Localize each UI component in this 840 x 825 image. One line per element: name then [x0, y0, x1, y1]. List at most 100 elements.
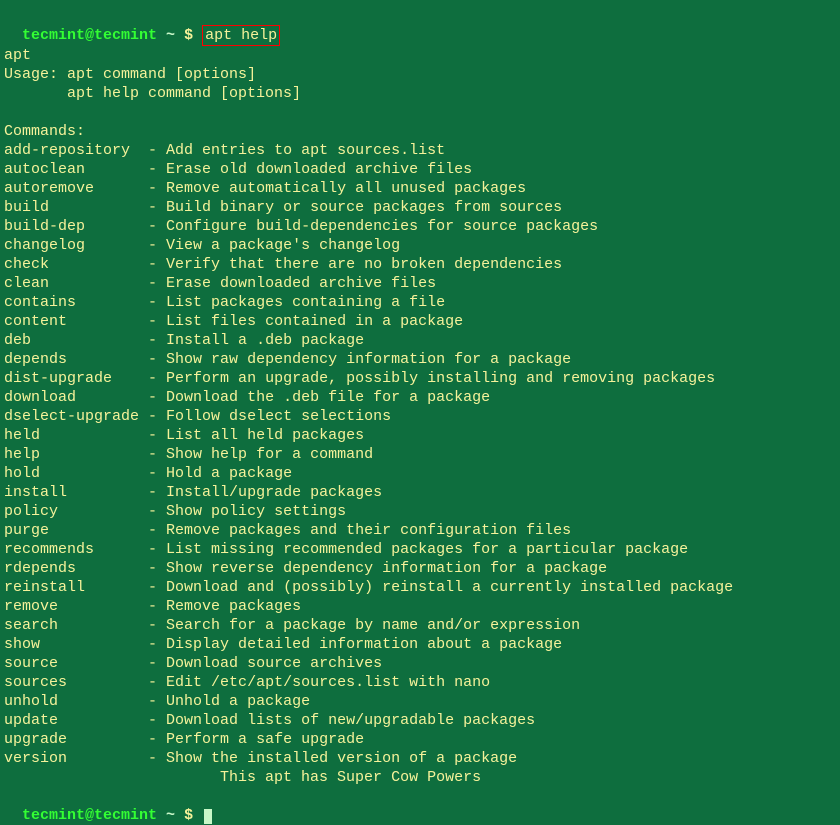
command-name: changelog: [4, 237, 139, 254]
command-name: unhold: [4, 693, 139, 710]
prompt-line-1[interactable]: tecmint@tecmint ~ $ apt help: [4, 6, 836, 46]
command-desc: - Download the .deb file for a package: [148, 389, 490, 406]
command-name: help: [4, 446, 139, 463]
command-desc: - Remove automatically all unused packag…: [148, 180, 526, 197]
command-row: depends - Show raw dependency informatio…: [4, 350, 836, 369]
command-desc: - Search for a package by name and/or ex…: [148, 617, 580, 634]
command-name: check: [4, 256, 139, 273]
command-name: download: [4, 389, 139, 406]
output-usage-2: apt help command [options]: [4, 84, 836, 103]
command-desc: - Erase downloaded archive files: [148, 275, 436, 292]
command-row: policy - Show policy settings: [4, 502, 836, 521]
command-name: content: [4, 313, 139, 330]
prompt-dollar: $: [184, 27, 202, 44]
command-row: sources - Edit /etc/apt/sources.list wit…: [4, 673, 836, 692]
commands-list: add-repository - Add entries to apt sour…: [4, 141, 836, 768]
command-desc: - Verify that there are no broken depend…: [148, 256, 562, 273]
command-name: remove: [4, 598, 139, 615]
command-desc: - List missing recommended packages for …: [148, 541, 688, 558]
command-name: add-repository: [4, 142, 139, 159]
commands-header: Commands:: [4, 122, 836, 141]
command-name: recommends: [4, 541, 139, 558]
command-name: clean: [4, 275, 139, 292]
prompt-dollar-2: $: [184, 807, 202, 824]
prompt-user-2: tecmint@tecmint: [22, 807, 157, 824]
command-row: download - Download the .deb file for a …: [4, 388, 836, 407]
command-name: purge: [4, 522, 139, 539]
command-name: deb: [4, 332, 139, 349]
command-row: dist-upgrade - Perform an upgrade, possi…: [4, 369, 836, 388]
command-row: source - Download source archives: [4, 654, 836, 673]
command-desc: - Perform an upgrade, possibly installin…: [148, 370, 715, 387]
command-name: source: [4, 655, 139, 672]
command-row: reinstall - Download and (possibly) rein…: [4, 578, 836, 597]
command-desc: - Show help for a command: [148, 446, 373, 463]
command-row: held - List all held packages: [4, 426, 836, 445]
command-row: hold - Hold a package: [4, 464, 836, 483]
command-desc: - Show raw dependency information for a …: [148, 351, 571, 368]
command-row: clean - Erase downloaded archive files: [4, 274, 836, 293]
command-row: recommends - List missing recommended pa…: [4, 540, 836, 559]
command-desc: - View a package's changelog: [148, 237, 400, 254]
prompt-user: tecmint@tecmint: [22, 27, 157, 44]
command-desc: - Hold a package: [148, 465, 292, 482]
command-name: update: [4, 712, 139, 729]
command-row: help - Show help for a command: [4, 445, 836, 464]
command-row: build - Build binary or source packages …: [4, 198, 836, 217]
command-desc: - Show reverse dependency information fo…: [148, 560, 607, 577]
command-name: upgrade: [4, 731, 139, 748]
command-name: sources: [4, 674, 139, 691]
command-desc: - Edit /etc/apt/sources.list with nano: [148, 674, 490, 691]
command-text: apt help: [205, 27, 277, 44]
command-name: show: [4, 636, 139, 653]
command-name: autoremove: [4, 180, 139, 197]
command-name: rdepends: [4, 560, 139, 577]
command-row: content - List files contained in a pack…: [4, 312, 836, 331]
command-name: version: [4, 750, 139, 767]
command-desc: - Unhold a package: [148, 693, 310, 710]
command-name: policy: [4, 503, 139, 520]
command-desc: - Remove packages: [148, 598, 301, 615]
command-name: reinstall: [4, 579, 139, 596]
command-row: contains - List packages containing a fi…: [4, 293, 836, 312]
command-row: autoclean - Erase old downloaded archive…: [4, 160, 836, 179]
command-desc: - Download source archives: [148, 655, 382, 672]
command-row: deb - Install a .deb package: [4, 331, 836, 350]
command-desc: - Download and (possibly) reinstall a cu…: [148, 579, 733, 596]
command-desc: - Erase old downloaded archive files: [148, 161, 472, 178]
command-desc: - List packages containing a file: [148, 294, 445, 311]
command-desc: - Download lists of new/upgradable packa…: [148, 712, 535, 729]
command-name: contains: [4, 294, 139, 311]
command-desc: - Show policy settings: [148, 503, 346, 520]
command-row: rdepends - Show reverse dependency infor…: [4, 559, 836, 578]
command-desc: - Add entries to apt sources.list: [148, 142, 445, 159]
command-row: remove - Remove packages: [4, 597, 836, 616]
command-name: install: [4, 484, 139, 501]
prompt-line-2[interactable]: tecmint@tecmint ~ $: [4, 787, 836, 825]
output-apt: apt: [4, 46, 836, 65]
command-desc: - Build binary or source packages from s…: [148, 199, 562, 216]
command-desc: - Show the installed version of a packag…: [148, 750, 517, 767]
command-name: search: [4, 617, 139, 634]
command-name: build-dep: [4, 218, 139, 235]
command-highlight: apt help: [202, 25, 280, 46]
command-row: dselect-upgrade - Follow dselect selecti…: [4, 407, 836, 426]
command-row: install - Install/upgrade packages: [4, 483, 836, 502]
command-desc: - Remove packages and their configuratio…: [148, 522, 571, 539]
command-row: upgrade - Perform a safe upgrade: [4, 730, 836, 749]
blank-line: [4, 103, 836, 122]
command-name: autoclean: [4, 161, 139, 178]
command-desc: - Display detailed information about a p…: [148, 636, 562, 653]
command-row: build-dep - Configure build-dependencies…: [4, 217, 836, 236]
command-name: dist-upgrade: [4, 370, 139, 387]
command-row: check - Verify that there are no broken …: [4, 255, 836, 274]
cursor: [204, 809, 212, 824]
command-row: purge - Remove packages and their config…: [4, 521, 836, 540]
command-name: build: [4, 199, 139, 216]
command-desc: - Perform a safe upgrade: [148, 731, 364, 748]
command-desc: - Configure build-dependencies for sourc…: [148, 218, 598, 235]
command-name: dselect-upgrade: [4, 408, 139, 425]
command-row: update - Download lists of new/upgradabl…: [4, 711, 836, 730]
command-row: changelog - View a package's changelog: [4, 236, 836, 255]
command-desc: - List files contained in a package: [148, 313, 463, 330]
